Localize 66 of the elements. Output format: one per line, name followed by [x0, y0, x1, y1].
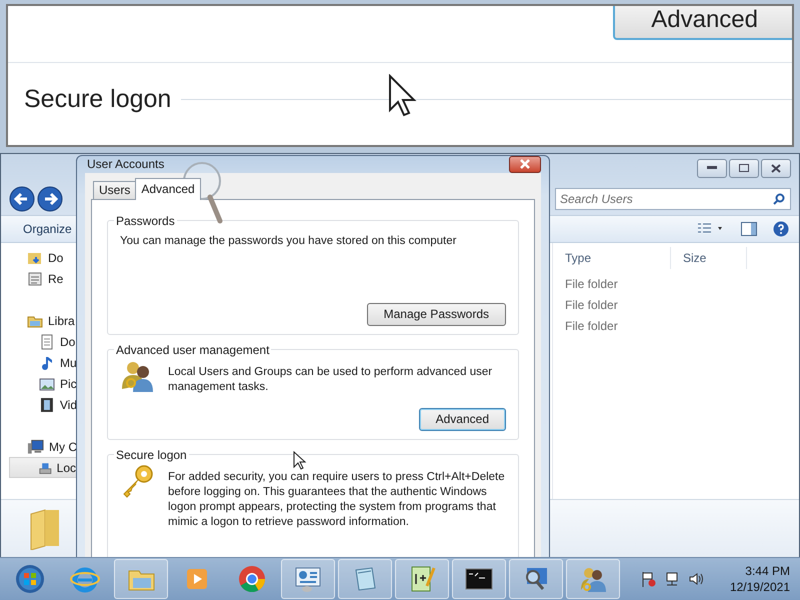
group-label: Secure logon — [24, 85, 172, 114]
column-header[interactable]: Type — [553, 247, 671, 270]
chrome-icon[interactable] — [237, 564, 267, 594]
recent-places-icon — [27, 270, 43, 287]
nav-item[interactable]: Pic — [1, 373, 77, 394]
dialog-button[interactable]: Advanced — [418, 408, 506, 431]
clock-date: 12/19/2021 — [730, 579, 790, 596]
network-icon[interactable] — [664, 571, 680, 588]
nav-label: Do — [60, 334, 76, 349]
forward-button[interactable] — [37, 186, 63, 212]
help-icon[interactable] — [773, 220, 789, 237]
search-icon — [773, 192, 785, 204]
document-icon — [39, 334, 55, 350]
nav-label: Libra — [48, 314, 75, 328]
minimize-icon — [707, 166, 717, 170]
speaker-icon[interactable] — [688, 571, 704, 588]
nav-label: Mu — [60, 356, 77, 370]
dialog-button[interactable]: Manage Passwords — [366, 302, 506, 326]
preview-pane-icon[interactable] — [741, 222, 757, 236]
group-title: Secure logon — [115, 448, 188, 462]
clock-time: 3:44 PM — [745, 563, 790, 580]
nav-item[interactable]: My C — [1, 436, 77, 458]
organize-menu[interactable]: Organize — [23, 222, 72, 236]
nav-item[interactable]: Do — [1, 247, 77, 268]
table-cell-text: File folder — [564, 276, 619, 293]
close-icon — [771, 164, 781, 173]
close-button[interactable] — [509, 156, 541, 173]
minimize-button[interactable] — [697, 158, 727, 178]
mouse-cursor-icon — [293, 450, 307, 471]
description-text: You can manage the passwords you have stored on this computer — [120, 234, 458, 249]
flag-error-icon[interactable] — [640, 571, 656, 588]
maximize-icon — [739, 164, 749, 172]
back-button[interactable] — [9, 186, 35, 212]
description-text: Local Users and Groups can be used to perform advanced user management tasks. — [168, 364, 494, 395]
mouse-cursor-icon — [388, 74, 418, 118]
table-cell-text: File folder — [564, 296, 619, 314]
nav-item[interactable]: Loc — [9, 457, 77, 478]
dialog-title: User Accounts — [86, 157, 164, 172]
nav-item[interactable]: Vid — [1, 394, 77, 416]
music-note-icon — [39, 354, 55, 371]
nav-label: My C — [49, 440, 77, 454]
group-title: Passwords — [115, 214, 176, 228]
nav-label: Do — [48, 250, 64, 265]
description-text: For added security, you can require users to press Ctrl+Alt+Delete before logging on. This guarantees that the authentic Windows logon prompt appears, protecting the system from programs that mimic a logon to retrieve password information. — [168, 470, 506, 530]
nav-item[interactable]: Mu — [1, 352, 77, 374]
close-icon — [519, 159, 531, 170]
start-orb-icon[interactable] — [15, 564, 45, 594]
nav-item[interactable]: Libra — [1, 310, 77, 332]
nav-item[interactable]: Do — [1, 331, 77, 352]
group-title: Advanced user management — [115, 342, 270, 357]
table-cell-text: File folder — [564, 318, 619, 335]
nav-label: Loc — [56, 460, 76, 475]
computer-icon — [27, 438, 44, 455]
search-field[interactable]: Search Users — [555, 188, 791, 210]
maximize-button[interactable] — [729, 158, 759, 178]
nav-label: Re — [48, 272, 64, 286]
nav-label: Vid — [60, 398, 77, 412]
tab[interactable]: Advanced — [135, 178, 201, 200]
nav-item[interactable]: Re — [1, 268, 77, 290]
nav-label: Pic — [60, 376, 77, 391]
tab[interactable]: Users — [93, 180, 136, 199]
column-header[interactable]: Size — [671, 247, 747, 270]
advanced-button[interactable]: Advanced — [613, 6, 792, 40]
close-button[interactable] — [761, 158, 791, 178]
picture-icon — [39, 376, 55, 392]
film-strip-icon — [39, 396, 55, 413]
